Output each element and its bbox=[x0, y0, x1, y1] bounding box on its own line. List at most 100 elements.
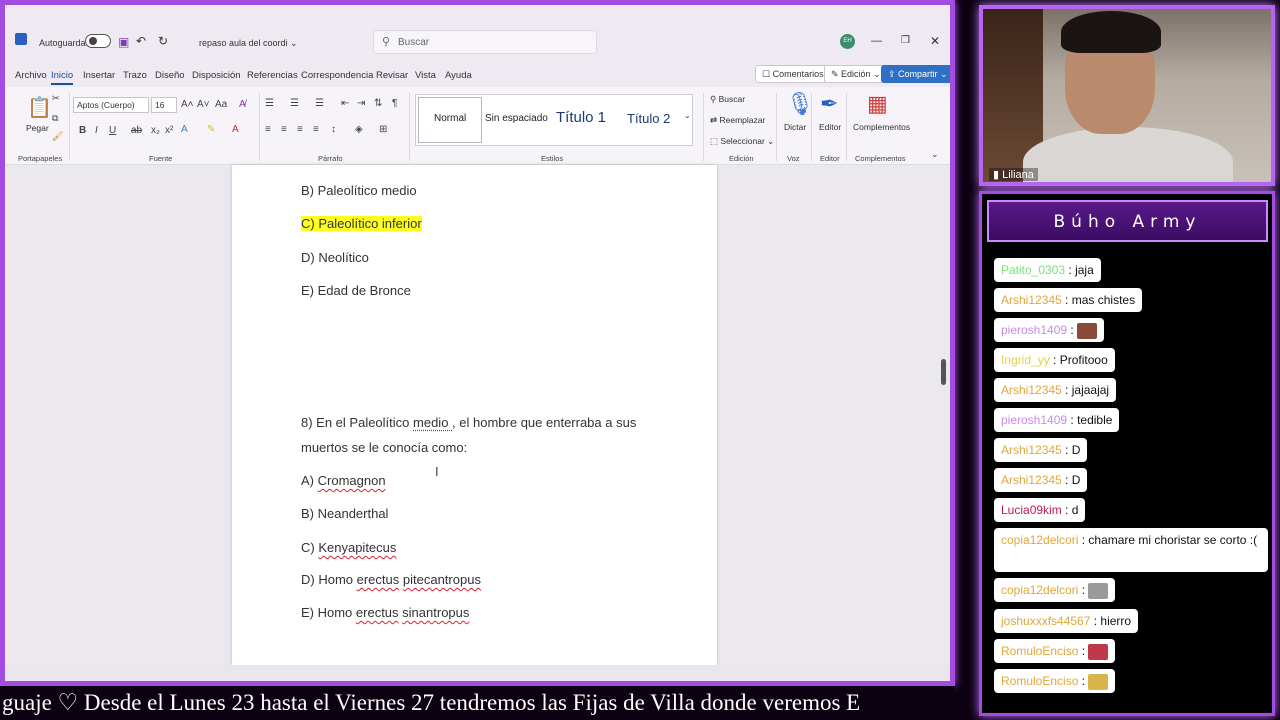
tab-referencias[interactable]: Referencias bbox=[247, 70, 298, 81]
editor-label[interactable]: Editor bbox=[819, 122, 841, 132]
tab-ayuda[interactable]: Ayuda bbox=[445, 70, 472, 81]
tab-diseno[interactable]: Diseño bbox=[155, 70, 185, 81]
borders-icon[interactable]: ⊞ bbox=[379, 124, 387, 135]
styles-scroll-icon[interactable]: ⌄ bbox=[684, 111, 691, 120]
document-title[interactable]: repaso aula del coordi ⌄ bbox=[199, 38, 298, 49]
font-size-select[interactable]: 16 bbox=[151, 97, 177, 113]
chat-username[interactable]: Patito_0303 bbox=[1001, 263, 1065, 277]
chat-username[interactable]: Arshi12345 bbox=[1001, 383, 1062, 397]
ribbon-divider bbox=[846, 93, 847, 161]
addins-label[interactable]: Complementos bbox=[853, 122, 910, 132]
shading-icon[interactable]: ◈ bbox=[355, 124, 363, 135]
font-color-icon[interactable]: A bbox=[232, 124, 239, 135]
chat-username[interactable]: RomuloEnciso bbox=[1001, 644, 1078, 658]
share-label: Compartir ⌄ bbox=[898, 69, 948, 79]
underline-icon[interactable]: U bbox=[109, 125, 116, 136]
italic-icon[interactable]: I bbox=[95, 125, 98, 136]
collapse-ribbon-icon[interactable]: ⌄ bbox=[931, 149, 939, 160]
paste-icon[interactable]: 📋 bbox=[27, 95, 52, 120]
chat-username[interactable]: copia12delcori bbox=[1001, 533, 1078, 547]
tab-inicio[interactable]: Inicio bbox=[51, 70, 74, 85]
chat-username[interactable]: copia12delcori bbox=[1001, 583, 1078, 597]
close-icon[interactable]: ✕ bbox=[930, 34, 940, 48]
undo-icon[interactable]: ↶ bbox=[136, 34, 146, 48]
clear-format-icon[interactable]: A̸ bbox=[239, 99, 246, 110]
sort-icon[interactable]: ⇅ bbox=[374, 98, 382, 109]
restore-icon[interactable]: ❐ bbox=[901, 35, 910, 46]
comments-button[interactable]: ☐ Comentarios bbox=[755, 65, 831, 83]
change-case-icon[interactable]: Aa bbox=[215, 99, 227, 110]
grow-font-icon[interactable]: A˄ bbox=[181, 99, 194, 110]
search-input[interactable]: ⚲ Buscar bbox=[373, 30, 597, 54]
tab-revisar[interactable]: Revisar bbox=[376, 70, 408, 81]
chat-username[interactable]: Arshi12345 bbox=[1001, 443, 1062, 457]
chat-username[interactable]: RomuloEnciso bbox=[1001, 674, 1078, 688]
cut-icon[interactable]: ✂ bbox=[52, 93, 60, 104]
align-center-icon[interactable]: ≡ bbox=[281, 124, 287, 135]
tab-disposicion[interactable]: Disposición bbox=[192, 70, 241, 81]
text-effects-icon[interactable]: A bbox=[181, 124, 188, 135]
find-button[interactable]: ⚲ Buscar bbox=[710, 94, 745, 105]
document-page[interactable]: B) Paleolítico medio C) Paleolítico infe… bbox=[232, 165, 717, 665]
numbering-icon[interactable]: ☰ bbox=[290, 98, 299, 109]
chat-message: Ingrid_yy : Profitooo bbox=[994, 348, 1115, 372]
justify-icon[interactable]: ≡ bbox=[313, 124, 319, 135]
chat-separator: : bbox=[1067, 323, 1078, 337]
format-painter-icon[interactable]: 🖌 bbox=[52, 131, 63, 142]
strikethrough-icon[interactable]: ab bbox=[131, 125, 142, 136]
chat-panel: Búho Army Patito_0303 : jaja Arshi12345 :… bbox=[979, 191, 1275, 716]
addins-icon[interactable]: ▦ bbox=[867, 91, 888, 117]
tab-archivo[interactable]: Archivo bbox=[15, 70, 47, 81]
editor-group-label: Editor bbox=[820, 154, 840, 163]
tab-correspondencia[interactable]: Correspondencia bbox=[301, 70, 373, 81]
superscript-icon[interactable]: x² bbox=[165, 125, 173, 136]
minimize-icon[interactable]: — bbox=[871, 35, 882, 47]
chat-username[interactable]: Arshi12345 bbox=[1001, 293, 1062, 307]
chat-username[interactable]: Arshi12345 bbox=[1001, 473, 1062, 487]
chat-username[interactable]: Ingrid_yy bbox=[1001, 353, 1050, 367]
font-name-select[interactable]: Aptos (Cuerpo) bbox=[73, 97, 149, 113]
increase-indent-icon[interactable]: ⇥ bbox=[357, 98, 365, 109]
subscript-icon[interactable]: x₂ bbox=[151, 125, 160, 136]
replace-button[interactable]: ⇄ Reemplazar bbox=[710, 115, 765, 126]
tab-trazo[interactable]: Trazo bbox=[123, 70, 147, 81]
avatar[interactable]: EH bbox=[840, 34, 855, 49]
share-button[interactable]: ⇪ Compartir ⌄ bbox=[881, 65, 950, 83]
save-icon[interactable]: ▣ bbox=[118, 35, 129, 49]
tab-insertar[interactable]: Insertar bbox=[83, 70, 115, 81]
line-spacing-icon[interactable]: ↕ bbox=[331, 124, 336, 135]
chat-username[interactable]: Lucia09kim bbox=[1001, 503, 1062, 517]
bold-icon[interactable]: B bbox=[79, 125, 86, 136]
chat-text: hierro bbox=[1100, 614, 1132, 628]
style-title2[interactable]: Título 2 bbox=[627, 111, 670, 126]
dictate-label[interactable]: Dictar bbox=[784, 122, 806, 132]
microphone-icon[interactable]: 🎙 bbox=[786, 91, 814, 117]
style-title1[interactable]: Título 1 bbox=[556, 109, 606, 126]
scroll-thumb[interactable] bbox=[941, 359, 946, 385]
paste-label[interactable]: Pegar bbox=[26, 123, 49, 133]
highlight-icon[interactable]: ✎ bbox=[207, 124, 215, 135]
select-button[interactable]: ⬚ Seleccionar ⌄ bbox=[710, 136, 774, 147]
answer-word: erectus bbox=[355, 605, 399, 620]
decrease-indent-icon[interactable]: ⇤ bbox=[341, 98, 349, 109]
copy-icon[interactable]: ⧉ bbox=[52, 113, 58, 124]
chat-username[interactable]: pierosh1409 bbox=[1001, 323, 1067, 337]
multilevel-list-icon[interactable]: ☰ bbox=[315, 98, 324, 109]
autosave-toggle[interactable] bbox=[85, 34, 111, 48]
chat-separator: : bbox=[1078, 583, 1089, 597]
bullets-icon[interactable]: ☰ bbox=[265, 98, 274, 109]
editor-icon[interactable]: ✒ bbox=[820, 91, 838, 117]
chat-separator: : bbox=[1065, 263, 1076, 277]
align-right-icon[interactable]: ≡ bbox=[297, 124, 303, 135]
style-normal[interactable]: Normal bbox=[434, 113, 466, 124]
chat-username[interactable]: joshuxxxfs44567 bbox=[1001, 614, 1090, 628]
redo-icon[interactable]: ↻ bbox=[158, 34, 168, 48]
editing-mode-button[interactable]: ✎ Edición ⌄ bbox=[824, 65, 888, 83]
vertical-scrollbar[interactable] bbox=[938, 165, 948, 665]
align-left-icon[interactable]: ≡ bbox=[265, 124, 271, 135]
shrink-font-icon[interactable]: A˅ bbox=[197, 99, 210, 110]
style-no-spacing[interactable]: Sin espaciado bbox=[485, 113, 548, 124]
pilcrow-icon[interactable]: ¶ bbox=[392, 98, 397, 109]
chat-username[interactable]: pierosh1409 bbox=[1001, 413, 1067, 427]
tab-vista[interactable]: Vista bbox=[415, 70, 436, 81]
